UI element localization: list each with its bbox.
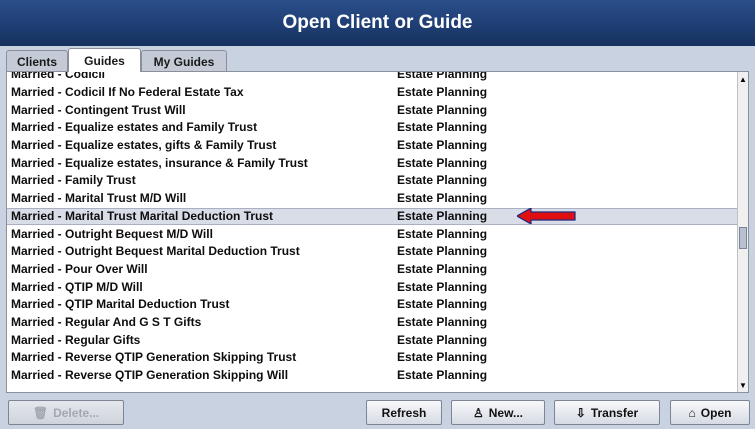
transfer-button[interactable]: ⇩ Transfer (554, 400, 660, 425)
guide-type: Estate Planning (397, 314, 488, 329)
guide-name: Married - Equalize estates, gifts & Fami… (11, 138, 277, 153)
list-item[interactable]: Married - Contingent Trust Will Estate Pl… (7, 101, 740, 119)
guide-type: Estate Planning (397, 261, 488, 276)
guide-name: Married - Family Trust (11, 173, 136, 188)
list-item[interactable]: Married - Equalize estates, gifts & Fami… (7, 137, 740, 155)
guide-name: Married - Regular And G S T Gifts (11, 314, 202, 329)
list-item[interactable]: Married - Equalize estates and Family Tr… (7, 119, 740, 137)
refresh-button[interactable]: Refresh (366, 400, 442, 425)
refresh-button-label: Refresh (381, 405, 427, 420)
guide-type: Estate Planning (397, 138, 488, 153)
guide-name: Married - Contingent Trust Will (11, 102, 186, 117)
dialog-title: Open Client or Guide (0, 0, 755, 46)
guide-name: Married - Pour Over Will (11, 261, 148, 276)
transfer-button-label: Transfer (590, 405, 639, 420)
red-arrow-icon (517, 208, 576, 224)
list-item[interactable]: Married - Outright Bequest Marital Deduc… (7, 243, 740, 261)
list-item[interactable]: Married - Marital Trust Marital Deductio… (7, 207, 740, 226)
list-item[interactable]: Married - Reverse QTIP Generation Skippi… (7, 349, 740, 367)
scroll-up-arrow-icon[interactable]: ▲ (738, 72, 748, 86)
guide-name: Married - Equalize estates and Family Tr… (11, 120, 258, 135)
guide-name: Married - Outright Bequest M/D Will (11, 226, 213, 241)
guide-name: Married - Codicil If No Federal Estate T… (11, 85, 244, 100)
tab-guides[interactable]: Guides (68, 48, 141, 72)
guide-name: Married - Marital Trust M/D Will (11, 191, 187, 206)
tab-strip: Clients Guides My Guides (0, 46, 755, 72)
guide-name: Married - Reverse QTIP Generation Skippi… (11, 350, 297, 365)
guide-name: Married - Marital Trust Marital Deductio… (11, 209, 274, 224)
guide-type: Estate Planning (397, 297, 488, 312)
new-button-label: New... (488, 405, 523, 420)
button-bar: 🗑 Delete... Refresh ♙ New... ⇩ Transfer … (0, 397, 755, 429)
guide-type: Estate Planning (397, 71, 488, 82)
list-item[interactable]: Married - Outright Bequest M/D Will Estat… (7, 225, 740, 243)
guide-type: Estate Planning (397, 279, 488, 294)
guides-list-rows: Married - Codicil Estate Planning Marrie… (7, 71, 740, 385)
guide-type: Estate Planning (397, 173, 488, 188)
guide-type: Estate Planning (397, 368, 488, 383)
guide-name: Married - QTIP M/D Will (11, 279, 143, 294)
open-button[interactable]: ⌂ Open (670, 400, 750, 425)
guide-type: Estate Planning (397, 244, 488, 259)
list-item[interactable]: Married - Codicil If No Federal Estate T… (7, 84, 740, 102)
open-folder-icon: ⌂ (688, 405, 696, 420)
guide-type: Estate Planning (397, 226, 488, 241)
list-item[interactable]: Married - QTIP M/D Will Estate Planning (7, 278, 740, 296)
delete-button[interactable]: 🗑 Delete... (8, 400, 124, 425)
list-item[interactable]: Married - Regular And G S T Gifts Estate … (7, 314, 740, 332)
tab-clients[interactable]: Clients (6, 50, 68, 72)
open-button-label: Open (700, 405, 732, 420)
guide-type: Estate Planning (397, 155, 488, 170)
list-item[interactable]: Married - Regular Gifts Estate Planning (7, 331, 740, 349)
guide-type: Estate Planning (397, 102, 488, 117)
guide-name: Married - Reverse QTIP Generation Skippi… (11, 368, 289, 383)
guide-name: Married - Regular Gifts (11, 332, 141, 347)
guide-type: Estate Planning (397, 332, 488, 347)
guide-type: Estate Planning (397, 85, 488, 100)
guides-list[interactable]: Married - Codicil Estate Planning Marrie… (6, 71, 749, 393)
guide-name: Married - QTIP Marital Deduction Trust (11, 297, 230, 312)
list-item-partial[interactable]: Married - Codicil Estate Planning (7, 71, 740, 84)
guide-type: Estate Planning (397, 191, 488, 206)
list-item[interactable]: Married - Family Trust Estate Planning (7, 172, 740, 190)
vertical-scrollbar[interactable]: ▲ ▼ (737, 72, 748, 392)
list-item[interactable]: Married - Pour Over Will Estate Planning (7, 261, 740, 279)
list-item[interactable]: Married - Marital Trust M/D Will Estate P… (7, 190, 740, 208)
list-item[interactable]: Married - Reverse QTIP Generation Skippi… (7, 367, 740, 385)
scroll-thumb[interactable] (739, 227, 747, 249)
guide-name: Married - Equalize estates, insurance & … (11, 155, 308, 170)
trash-icon: 🗑 (32, 405, 49, 420)
guide-type: Estate Planning (397, 120, 488, 135)
list-item[interactable]: Married - QTIP Marital Deduction Trust Es… (7, 296, 740, 314)
new-button[interactable]: ♙ New... (451, 400, 545, 425)
guide-name: Married - Codicil (11, 71, 106, 82)
open-client-or-guide-dialog: Open Client or Guide Clients Guides My G… (0, 0, 755, 429)
delete-button-label: Delete... (53, 405, 100, 420)
scroll-down-arrow-icon[interactable]: ▼ (738, 378, 748, 392)
new-guide-icon: ♙ (473, 405, 484, 420)
transfer-icon: ⇩ (575, 405, 586, 420)
guide-type: Estate Planning (397, 350, 488, 365)
guide-name: Married - Outright Bequest Marital Deduc… (11, 244, 300, 259)
tab-my-guides[interactable]: My Guides (141, 50, 227, 72)
list-item[interactable]: Married - Equalize estates, insurance & … (7, 154, 740, 172)
